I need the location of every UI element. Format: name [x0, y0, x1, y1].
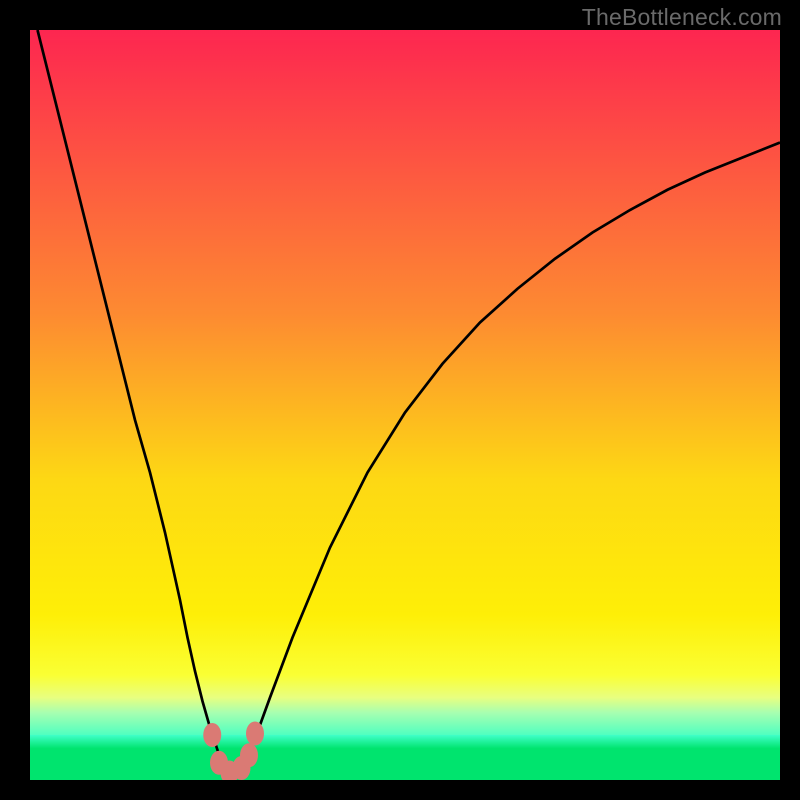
trough-marker-5 [246, 722, 264, 746]
curve-layer [30, 30, 780, 780]
trough-markers [203, 722, 264, 781]
watermark-text: TheBottleneck.com [582, 4, 782, 31]
trough-marker-4 [240, 743, 258, 767]
trough-marker-0 [203, 723, 221, 747]
chart-stage: TheBottleneck.com [0, 0, 800, 800]
plot-area [30, 30, 780, 780]
bottleneck-curve [38, 30, 781, 773]
